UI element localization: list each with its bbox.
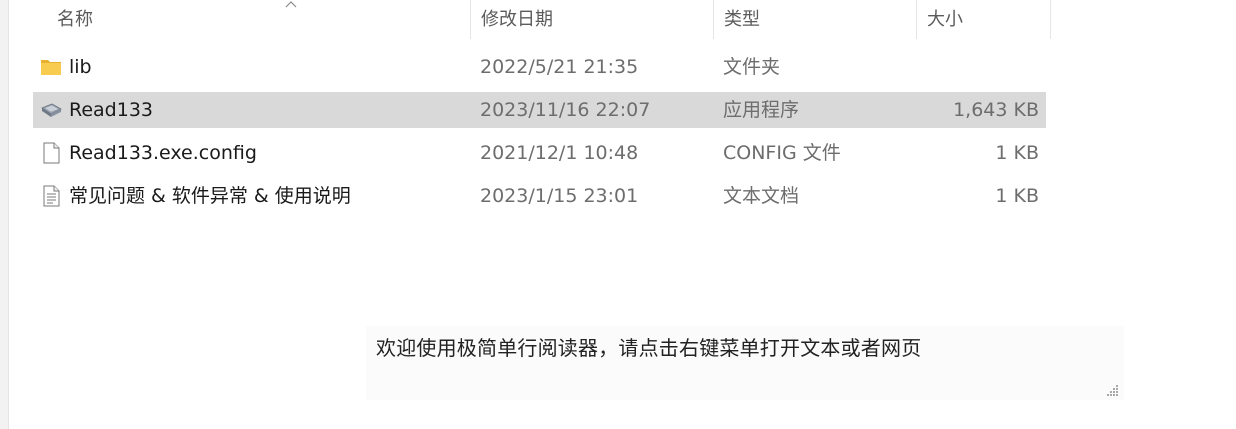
file-type: 应用程序 (723, 99, 800, 121)
column-header-date-label: 修改日期 (481, 9, 553, 30)
column-header-bar: 名称 修改日期 类型 大小 (33, 0, 1053, 39)
status-message: 欢迎使用极简单行阅读器，请点击右键菜单打开文本或者网页 (376, 336, 922, 360)
text-document-icon (39, 184, 63, 208)
column-header-name[interactable]: 名称 (33, 0, 470, 39)
file-name: Read133.exe.config (69, 142, 257, 164)
column-header-date-modified[interactable]: 修改日期 (470, 0, 713, 39)
file-type: 文本文档 (723, 185, 800, 207)
file-date-modified: 2021/12/1 10:48 (480, 142, 639, 164)
reader-status-panel[interactable]: 欢迎使用极简单行阅读器，请点击右键菜单打开文本或者网页 (366, 326, 1124, 400)
column-header-type-label: 类型 (724, 9, 760, 30)
file-icon (39, 141, 63, 165)
file-row-faq-text[interactable]: 常见问题 & 软件异常 & 使用说明 2023/1/15 23:01 文本文档 … (33, 178, 1046, 214)
file-row-lib[interactable]: lib 2022/5/21 21:35 文件夹 (33, 49, 1046, 85)
file-name: Read133 (69, 99, 154, 121)
column-header-size[interactable]: 大小 (916, 0, 1051, 39)
column-header-type[interactable]: 类型 (713, 0, 916, 39)
column-header-name-label: 名称 (57, 9, 93, 30)
file-name: 常见问题 & 软件异常 & 使用说明 (69, 185, 351, 207)
sort-ascending-icon (285, 1, 297, 8)
file-row-read133-config[interactable]: Read133.exe.config 2021/12/1 10:48 CONFI… (33, 135, 1046, 171)
file-type: CONFIG 文件 (723, 142, 841, 164)
file-name: lib (69, 56, 92, 78)
application-icon (39, 98, 63, 122)
folder-icon (39, 55, 63, 79)
file-size: 1 KB (995, 185, 1039, 207)
file-date-modified: 2023/1/15 23:01 (480, 185, 639, 207)
file-size: 1,643 KB (953, 99, 1039, 121)
resize-grip-icon[interactable] (1104, 382, 1120, 398)
file-date-modified: 2023/11/16 22:07 (480, 99, 651, 121)
file-row-read133[interactable]: Read133 2023/11/16 22:07 应用程序 1,643 KB (33, 92, 1046, 128)
file-type: 文件夹 (723, 56, 781, 78)
file-size: 1 KB (995, 142, 1039, 164)
column-header-size-label: 大小 (927, 9, 963, 30)
file-date-modified: 2022/5/21 21:35 (480, 56, 639, 78)
window-left-edge (0, 0, 9, 429)
